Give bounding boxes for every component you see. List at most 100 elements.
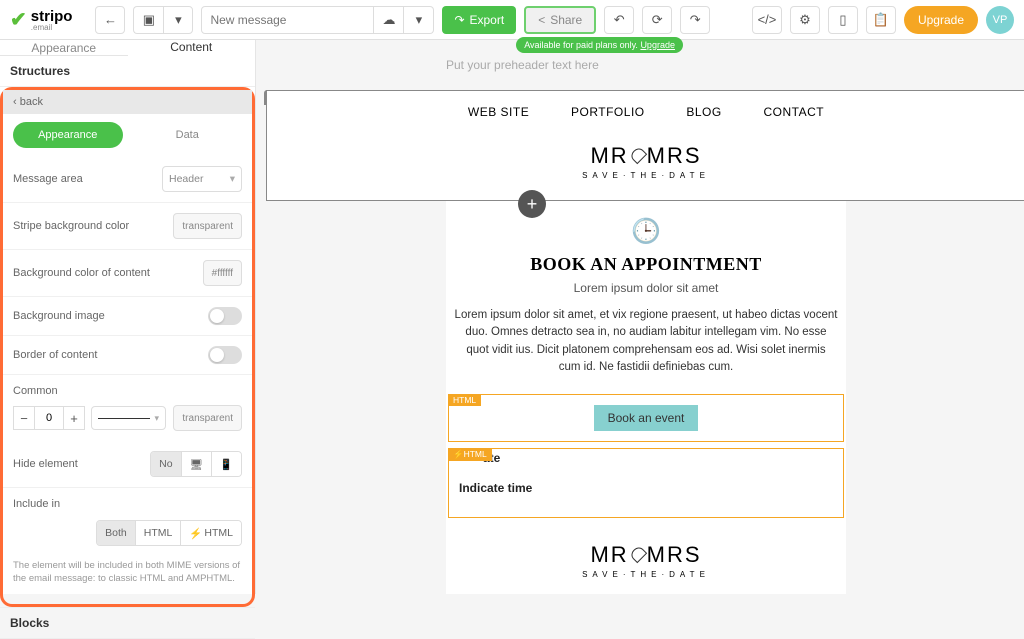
stepper-minus[interactable]: − [13,406,35,430]
prop-bg-image: Background image [3,297,252,336]
user-avatar[interactable]: VP [986,6,1014,34]
logo-icon: ✔ [10,7,27,32]
stripe-bg-color[interactable]: transparent [173,213,242,239]
message-name-input[interactable] [201,6,374,34]
book-paragraph: Lorem ipsum dolor sit amet, et vix regio… [446,295,846,388]
html-tag-label: HTML [448,394,481,406]
history-button[interactable]: ⟳ [642,6,672,34]
nav-row: WEB SITE PORTFOLIO BLOG CONTACT [447,91,845,133]
editor-canvas: Stripe - Header Put your preheader text … [256,40,1024,594]
bg-image-toggle[interactable] [208,307,242,325]
message-name-group: ☁ ▾ [201,6,434,34]
include-html[interactable]: HTML [136,521,182,545]
undo-button[interactable]: ↶ [604,6,634,34]
clipboard-button[interactable]: 📋 [866,6,896,34]
prop-label: Background image [13,310,105,322]
logo-text: stripo [31,8,73,25]
share-label: Share [550,13,582,27]
indicate-date-field: ate [483,451,833,465]
prop-border: Border of content [3,336,252,375]
nav-item[interactable]: WEB SITE [468,105,529,119]
include-both[interactable]: Both [97,521,136,545]
border-width-input[interactable] [35,406,63,430]
prop-include-in: Include in Both HTML ⚡HTML [3,488,252,556]
bolt-icon: ⚡ [453,449,464,459]
share-upgrade-link[interactable]: Upgrade [640,40,675,50]
back-link[interactable]: ‹ back [3,90,252,114]
amp-html-tag-label: ⚡HTML [448,448,492,461]
device-toggle[interactable]: ▣ [133,6,163,34]
prop-stripe-bg: Stripe background color transparent [3,203,252,250]
border-color-chip[interactable]: transparent [173,405,242,431]
sub-tabs: Appearance Data [3,114,252,156]
prop-label: Include in [13,498,60,510]
hide-mobile[interactable]: 📱 [212,452,241,476]
tab-appearance[interactable]: Appearance [0,40,128,55]
add-stripe-button[interactable]: + [518,190,546,218]
bolt-icon: ⚡ [189,527,202,540]
email-body: 🕒 BOOK AN APPOINTMENT Lorem ipsum dolor … [446,201,846,594]
preview-mobile-button[interactable]: ▯ [828,6,858,34]
clock-icon: 🕒 [446,201,846,246]
email-logo: MRMRS SAVE·THE·DATE [447,133,845,200]
prop-common: Common − + transparent [3,375,252,441]
section-blocks[interactable]: Blocks [0,607,255,639]
email-footer-logo: MRMRS SAVE·THE·DATE [446,524,846,594]
cloud-save-button[interactable]: ☁ [374,6,404,34]
subtab-appearance[interactable]: Appearance [13,122,123,148]
nav-item[interactable]: CONTACT [764,105,825,119]
sidebar-tabs: Appearance Content [0,40,255,56]
hide-no[interactable]: No [151,452,181,476]
prop-hide-element: Hide element No 🖥 📱 [3,441,252,488]
back-button[interactable]: ← [95,6,125,34]
export-button[interactable]: ↷ Export [442,6,516,34]
share-tooltip: Available for paid plans only. Upgrade [516,37,683,53]
code-view-button[interactable]: </> [752,6,782,34]
nav-item[interactable]: PORTFOLIO [571,105,645,119]
html-block-fields[interactable]: ⚡HTML ate Indicate time [448,448,844,518]
include-amp[interactable]: ⚡HTML [181,521,241,545]
prop-message-area: Message area Header [3,156,252,203]
prop-label: Border of content [13,349,97,361]
nav-item[interactable]: BLOG [686,105,721,119]
section-structures[interactable]: Structures [0,56,255,87]
heart-icon [628,146,646,164]
prop-label: Background color of content [13,267,150,279]
export-icon: ↷ [454,13,464,27]
properties-panel-highlight: ‹ back Appearance Data Message area Head… [0,87,255,607]
subtab-data[interactable]: Data [133,122,243,148]
prop-label: Hide element [13,458,78,470]
message-area-select[interactable]: Header [162,166,242,192]
tab-content[interactable]: Content [128,40,256,56]
message-menu[interactable]: ▾ [404,6,434,34]
border-toggle[interactable] [208,346,242,364]
top-bar: ✔ stripo .email ← ▣ ▾ ☁ ▾ ↷ Export < Share… [0,0,1024,40]
prop-content-bg: Background color of content #ffffff [3,250,252,297]
prop-label: Stripe background color [13,220,129,232]
prop-label: Common [13,385,58,397]
border-style-select[interactable] [91,406,166,430]
save-the-date-footer: SAVE·THE·DATE [446,570,846,579]
border-width-stepper: − + [13,406,85,430]
share-button[interactable]: <Share Available for paid plans only. Up… [524,6,596,34]
upgrade-button[interactable]: Upgrade [904,6,978,34]
content-bg-color[interactable]: #ffffff [203,260,242,286]
book-heading: BOOK AN APPOINTMENT [446,254,846,275]
redo-button[interactable]: ↷ [680,6,710,34]
prop-label: Message area [13,173,83,185]
hide-element-segment: No 🖥 📱 [150,451,242,477]
settings-button[interactable]: ⚙ [790,6,820,34]
book-subheading: Lorem ipsum dolor sit amet [446,281,846,295]
save-the-date: SAVE·THE·DATE [447,171,845,180]
export-label: Export [470,13,505,27]
book-event-button[interactable]: Book an event [594,405,699,431]
app-logo: ✔ stripo .email [10,7,72,32]
share-icon: < [538,13,545,27]
device-dropdown[interactable]: ▾ [163,6,193,34]
html-block-button[interactable]: HTML Book an event [448,394,844,442]
hide-desktop[interactable]: 🖥 [182,452,212,476]
sidebar: Appearance Content Structures ‹ back App… [0,40,256,594]
stepper-plus[interactable]: + [63,406,85,430]
include-help-text: The element will be included in both MIM… [3,556,252,596]
heart-icon [628,545,646,563]
